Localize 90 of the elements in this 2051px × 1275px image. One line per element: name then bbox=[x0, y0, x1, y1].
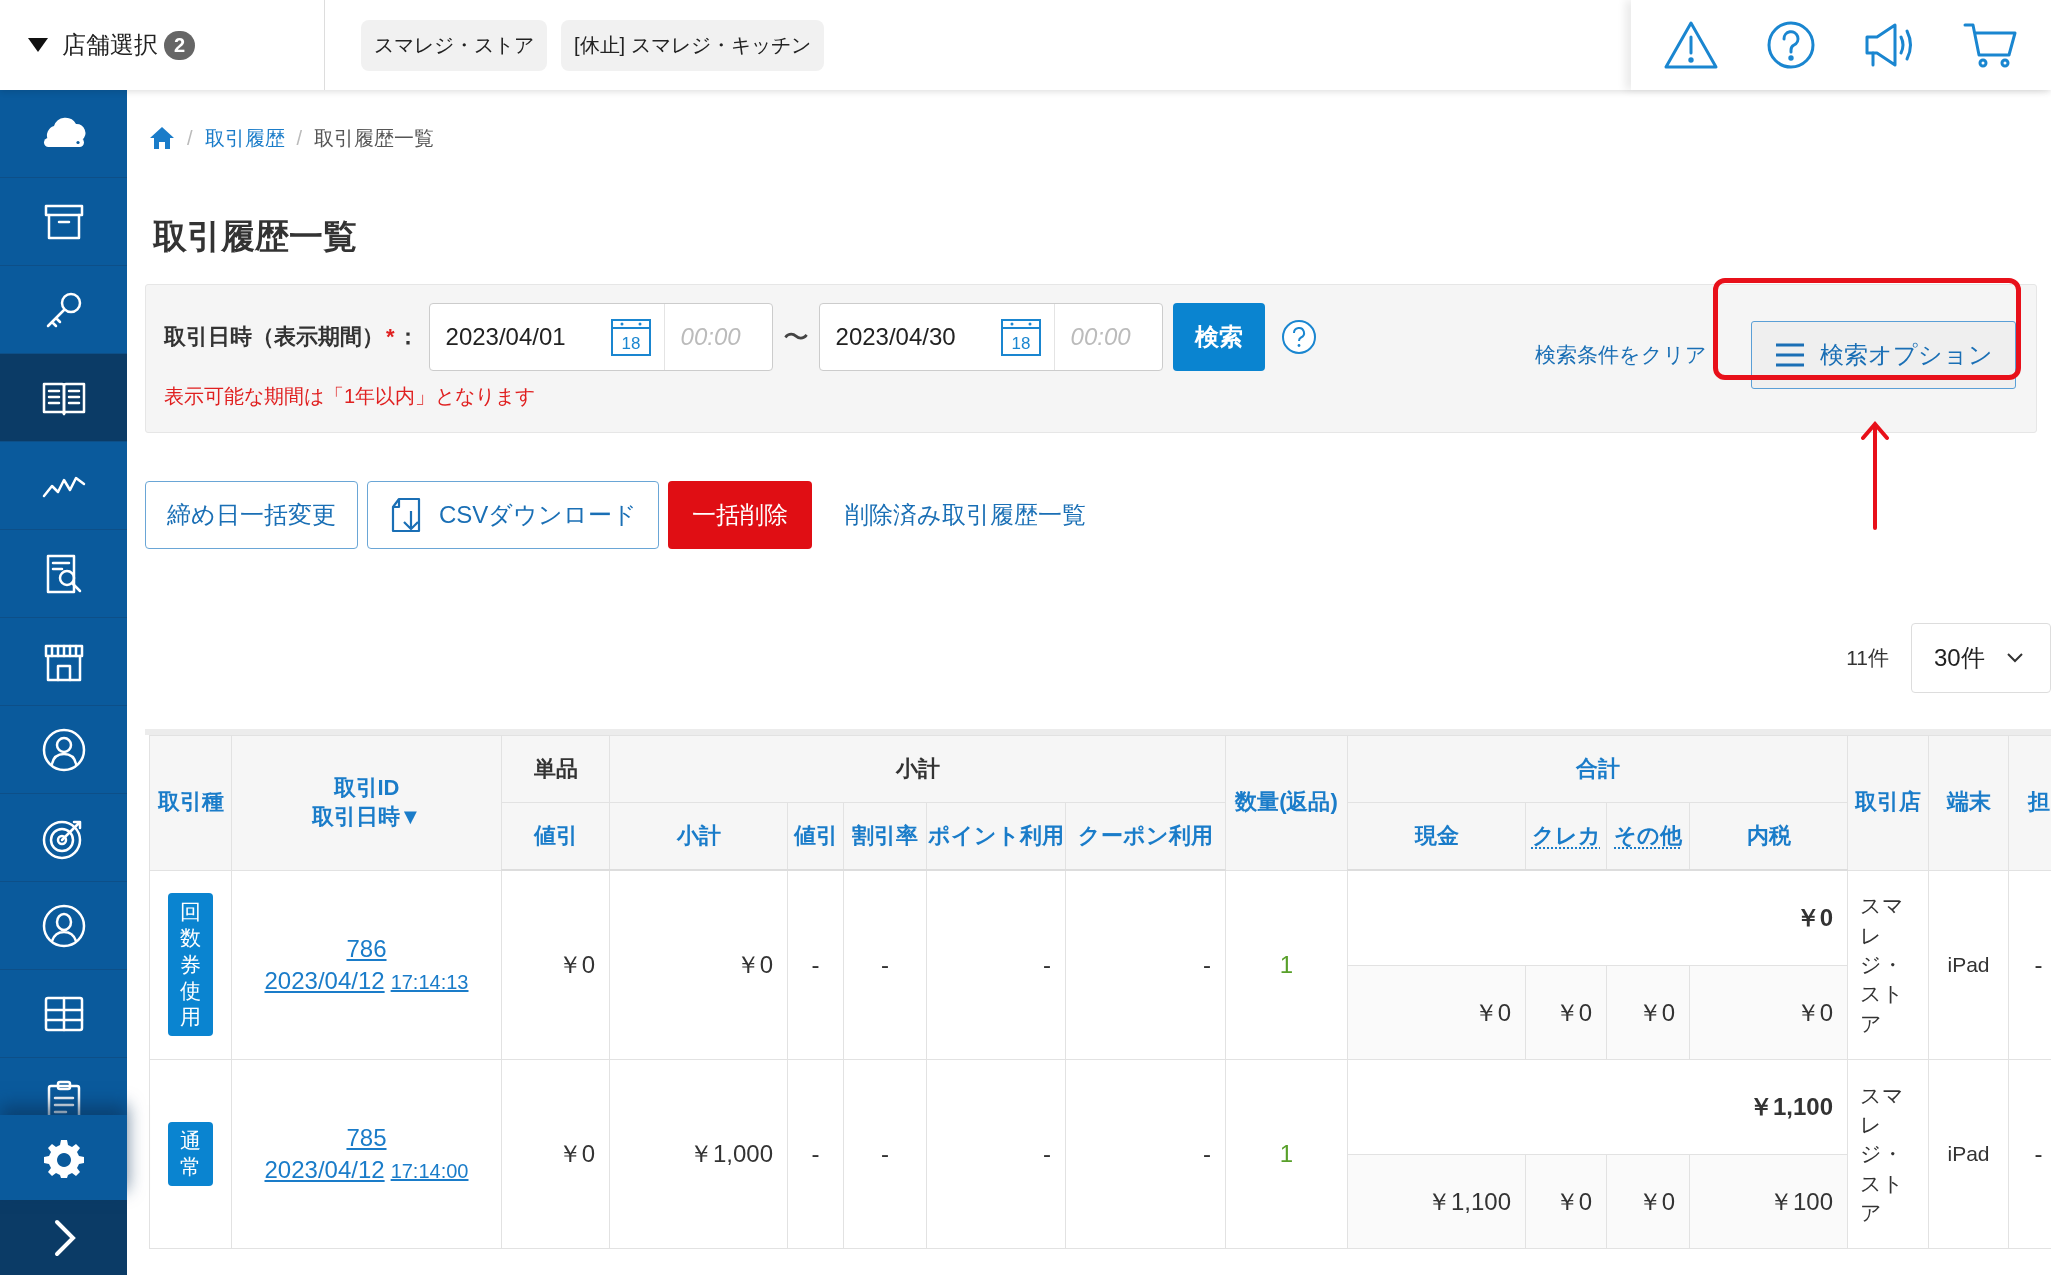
column-header[interactable]: 合計 bbox=[1347, 735, 1848, 803]
date-field[interactable]: 2023/04/30 18 00:00 bbox=[818, 303, 1163, 371]
column-header: 小計 bbox=[609, 735, 1226, 803]
chevron-down-icon bbox=[2006, 653, 2023, 663]
nav-item[interactable] bbox=[0, 354, 127, 442]
type-badge: 回数券使用 bbox=[168, 893, 213, 1037]
page-size-select[interactable]: 30件 bbox=[1911, 623, 2051, 693]
column-header[interactable]: 割引率 bbox=[843, 802, 927, 870]
column-header: 単品 bbox=[501, 735, 610, 803]
page-title: 取引履歴一覧 bbox=[153, 216, 358, 257]
column-header[interactable]: 数量(返品) bbox=[1225, 735, 1348, 870]
table-cell: ￥0 bbox=[1525, 1154, 1607, 1249]
column-header[interactable]: 取引種 bbox=[149, 735, 232, 870]
table-cell: ￥0 bbox=[1347, 965, 1526, 1060]
clear-link[interactable]: 検索条件をクリア bbox=[1535, 341, 1707, 369]
table-cell: - bbox=[926, 870, 1066, 1060]
calendar-icon[interactable]: 18 bbox=[999, 317, 1042, 357]
column-header[interactable]: 担 bbox=[2008, 735, 2051, 870]
breadcrumb-current: 取引履歴一覧 bbox=[314, 125, 435, 151]
transaction-id-link[interactable]: 785 bbox=[346, 1124, 387, 1152]
table-cell: - bbox=[1065, 870, 1226, 1060]
column-header[interactable]: 値引 bbox=[501, 802, 610, 870]
table-cell: ￥0 bbox=[501, 870, 610, 1060]
field-label: 取引日時（表示期間） bbox=[164, 323, 384, 351]
column-header[interactable]: 小計 bbox=[609, 802, 788, 870]
column-header[interactable]: 値引 bbox=[787, 802, 844, 870]
table-cell: ￥0 bbox=[1347, 870, 1848, 966]
date-link[interactable]: 2023/04/12 bbox=[264, 1156, 385, 1184]
link[interactable]: 削除済み取引履歴一覧 bbox=[821, 481, 1111, 549]
table-cell: - bbox=[1065, 1059, 1226, 1249]
colon-text: ： bbox=[396, 323, 419, 351]
time-link[interactable]: 17:14:00 bbox=[390, 1160, 469, 1183]
date-field[interactable]: 2023/04/01 18 00:00 bbox=[428, 303, 773, 371]
help-icon[interactable] bbox=[1280, 319, 1317, 355]
table-cell: iPad bbox=[1928, 870, 2009, 1060]
date-value: 2023/04/30 bbox=[834, 323, 957, 351]
table-cell: 1 bbox=[1225, 870, 1348, 1060]
store-chip[interactable]: スマレジ・ストア bbox=[361, 19, 547, 71]
result-count: 11件 bbox=[1846, 645, 1889, 671]
table-cell: - bbox=[787, 870, 844, 1060]
count-badge: 2 bbox=[164, 30, 196, 60]
column-header[interactable]: その他 bbox=[1606, 802, 1690, 870]
column-header[interactable]: クレカ bbox=[1525, 802, 1607, 870]
delete-button[interactable]: 一括削除 bbox=[668, 481, 813, 549]
table-cell: ￥0 bbox=[1525, 965, 1607, 1060]
breadcrumb-link[interactable]: 取引履歴 bbox=[204, 124, 285, 152]
table-cell: - bbox=[843, 1059, 927, 1249]
column-header[interactable]: 取引店 bbox=[1847, 735, 1929, 870]
table-cell: ￥0 bbox=[1606, 965, 1690, 1060]
table-cell: - bbox=[926, 1059, 1066, 1249]
search-options-button[interactable]: 検索オプション bbox=[1751, 321, 2016, 389]
table-cell: ￥100 bbox=[1689, 1154, 1848, 1249]
table-cell: ￥0 bbox=[609, 870, 788, 1060]
column-header[interactable]: 内税 bbox=[1689, 802, 1848, 870]
action-button[interactable]: 締め日一括変更 bbox=[145, 481, 358, 549]
search-button[interactable]: 検索 bbox=[1172, 303, 1265, 371]
column-header[interactable]: ポイント利用 bbox=[926, 802, 1066, 870]
type-badge: 通常 bbox=[168, 1121, 213, 1187]
menu-icon bbox=[1774, 342, 1806, 368]
date-value: 2023/04/01 bbox=[444, 323, 567, 351]
warning-icon[interactable] bbox=[1663, 19, 1719, 71]
table-cell: ￥1,100 bbox=[1347, 1059, 1848, 1155]
time-link[interactable]: 17:14:13 bbox=[390, 970, 469, 994]
required-mark: * bbox=[386, 324, 395, 350]
caret-icon bbox=[28, 38, 48, 52]
settings-icon[interactable] bbox=[43, 1137, 84, 1178]
store-select-label: 店舗選択 bbox=[62, 30, 158, 60]
calendar-icon[interactable]: 18 bbox=[609, 317, 652, 357]
validation-note: 表示可能な期間は「1年以内」となります bbox=[164, 384, 537, 409]
table-cell: ￥1,100 bbox=[1347, 1154, 1526, 1249]
table-cell: - bbox=[843, 870, 927, 1060]
range-separator: 〜 bbox=[782, 320, 809, 354]
table-cell: - bbox=[787, 1059, 844, 1249]
column-header[interactable]: クーポン利用 bbox=[1065, 802, 1226, 870]
table-cell: ￥0 bbox=[1689, 965, 1848, 1060]
column-header[interactable]: 現金 bbox=[1347, 802, 1526, 870]
breadcrumb-separator: / bbox=[296, 126, 303, 150]
table-cell: ￥1,000 bbox=[609, 1059, 788, 1249]
breadcrumb-separator: / bbox=[187, 126, 193, 150]
column-header[interactable]: 取引ID 取引日時▼ bbox=[231, 735, 502, 870]
table-cell: ￥0 bbox=[501, 1059, 610, 1249]
store-chip[interactable]: [休止] スマレジ・キッチン bbox=[561, 19, 824, 71]
download-button[interactable]: CSVダウンロード bbox=[367, 481, 660, 549]
table-cell: 1 bbox=[1225, 1059, 1348, 1249]
home-icon[interactable] bbox=[149, 126, 175, 150]
column-header[interactable]: 端末 bbox=[1928, 735, 2009, 870]
transaction-id-link[interactable]: 786 bbox=[346, 934, 387, 963]
table-cell: iPad bbox=[1928, 1059, 2009, 1249]
date-link[interactable]: 2023/04/12 bbox=[264, 966, 385, 995]
table-cell: ￥0 bbox=[1606, 1154, 1690, 1249]
